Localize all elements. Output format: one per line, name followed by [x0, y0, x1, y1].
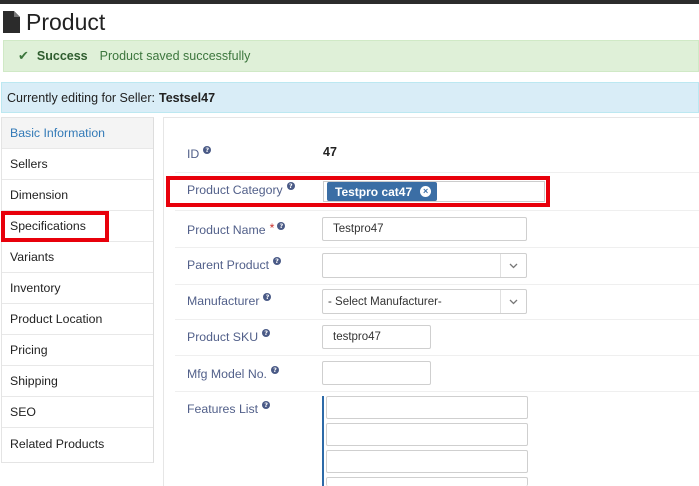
- seller-name: Testsel47: [158, 90, 216, 105]
- document-icon: [3, 11, 20, 33]
- sidebar-item-label: Pricing: [10, 343, 48, 357]
- sidebar-item-sellers[interactable]: Sellers: [2, 149, 153, 180]
- question-circle-icon[interactable]: ?: [263, 293, 272, 301]
- features-list-indicator: [322, 396, 324, 486]
- seller-info-bar: Currently editing for Seller: Testsel47: [1, 82, 699, 113]
- row-divider: [175, 319, 699, 320]
- features-list-row: Features List ?: [187, 401, 271, 416]
- manufacturer-row: Manufacturer ?: [187, 293, 272, 308]
- chevron-down-icon: [500, 290, 526, 313]
- manufacturer-label: Manufacturer: [187, 294, 260, 308]
- sidebar-item-label: Product Location: [10, 312, 103, 326]
- sidebar-item-label: Dimension: [10, 188, 69, 202]
- question-circle-icon[interactable]: ?: [273, 257, 282, 265]
- sidebar-item-inventory[interactable]: Inventory: [2, 273, 153, 304]
- success-alert: ✔ Success Product saved successfully: [3, 40, 699, 72]
- mfg-model-row: Mfg Model No. ?: [187, 366, 279, 381]
- sidebar-item-pricing[interactable]: Pricing: [2, 335, 153, 366]
- product-sku-input[interactable]: testpro47: [322, 325, 431, 349]
- sidebar-item-basic-information[interactable]: Basic Information: [2, 118, 153, 149]
- id-label: ID: [187, 147, 200, 161]
- mfg-model-label: Mfg Model No.: [187, 367, 267, 381]
- top-bar: [0, 0, 699, 4]
- sidebar-item-shipping[interactable]: Shipping: [2, 366, 153, 397]
- sidebar-item-label: SEO: [10, 405, 36, 419]
- sidebar-item-dimension[interactable]: Dimension: [2, 180, 153, 211]
- manufacturer-value: - Select Manufacturer-: [328, 295, 442, 308]
- required-marker: *: [269, 221, 275, 235]
- sidebar-item-label: Shipping: [10, 374, 58, 388]
- seller-prefix: Currently editing for Seller:: [7, 90, 155, 105]
- mfg-model-input[interactable]: [322, 361, 431, 385]
- row-divider: [175, 355, 699, 356]
- row-divider: [175, 247, 699, 248]
- feature-input-3[interactable]: [326, 450, 528, 473]
- feature-input-1[interactable]: [326, 396, 528, 419]
- page-title-text: Product: [26, 8, 106, 35]
- page-title: Product: [3, 8, 105, 36]
- sidebar-item-specifications[interactable]: Specifications: [2, 211, 153, 242]
- alert-label: Success: [36, 49, 88, 63]
- manufacturer-select[interactable]: - Select Manufacturer-: [322, 289, 527, 314]
- row-divider: [175, 391, 699, 392]
- product-name-input[interactable]: Testpro47: [322, 217, 527, 241]
- product-name-row: Product Name * ?: [187, 221, 286, 237]
- row-divider: [175, 284, 699, 285]
- product-category-highlight-box: [166, 176, 550, 207]
- sidebar-item-label: Inventory: [10, 281, 61, 295]
- question-circle-icon[interactable]: ?: [262, 329, 271, 337]
- question-circle-icon[interactable]: ?: [262, 401, 271, 409]
- sidebar-item-label: Sellers: [10, 157, 48, 171]
- product-name-label: Product Name: [187, 223, 266, 237]
- row-divider: [175, 172, 699, 173]
- sidebar-item-label: Basic Information: [10, 126, 106, 140]
- check-icon: ✔: [18, 48, 29, 63]
- sidebar-item-seo[interactable]: SEO: [2, 397, 153, 428]
- chevron-down-icon: [500, 254, 526, 277]
- sidebar-item-label: Variants: [10, 250, 55, 264]
- feature-input-2[interactable]: [326, 423, 528, 446]
- sidebar-item-related-products[interactable]: Related Products: [2, 428, 153, 459]
- sidebar-item-variants[interactable]: Variants: [2, 242, 153, 273]
- row-divider: [175, 210, 699, 211]
- id-value: 47: [323, 145, 337, 159]
- sidebar-item-label: Specifications: [10, 219, 86, 233]
- sidebar-item-product-location[interactable]: Product Location: [2, 304, 153, 335]
- parent-product-row: Parent Product ?: [187, 257, 282, 272]
- sidebar-item-label: Related Products: [10, 436, 105, 451]
- alert-message: Product saved successfully: [99, 49, 251, 63]
- sidebar-nav: Basic Information Sellers Dimension Spec…: [1, 117, 154, 463]
- parent-product-select[interactable]: [322, 253, 527, 278]
- question-circle-icon[interactable]: ?: [270, 366, 279, 374]
- parent-product-label: Parent Product: [187, 258, 270, 272]
- features-list-label: Features List: [187, 402, 259, 416]
- id-row: ID ?: [187, 146, 212, 161]
- product-sku-row: Product SKU ?: [187, 329, 271, 344]
- feature-input-4[interactable]: [326, 477, 528, 486]
- question-circle-icon[interactable]: ?: [277, 222, 286, 230]
- product-sku-label: Product SKU: [187, 330, 259, 344]
- question-circle-icon[interactable]: ?: [203, 146, 212, 154]
